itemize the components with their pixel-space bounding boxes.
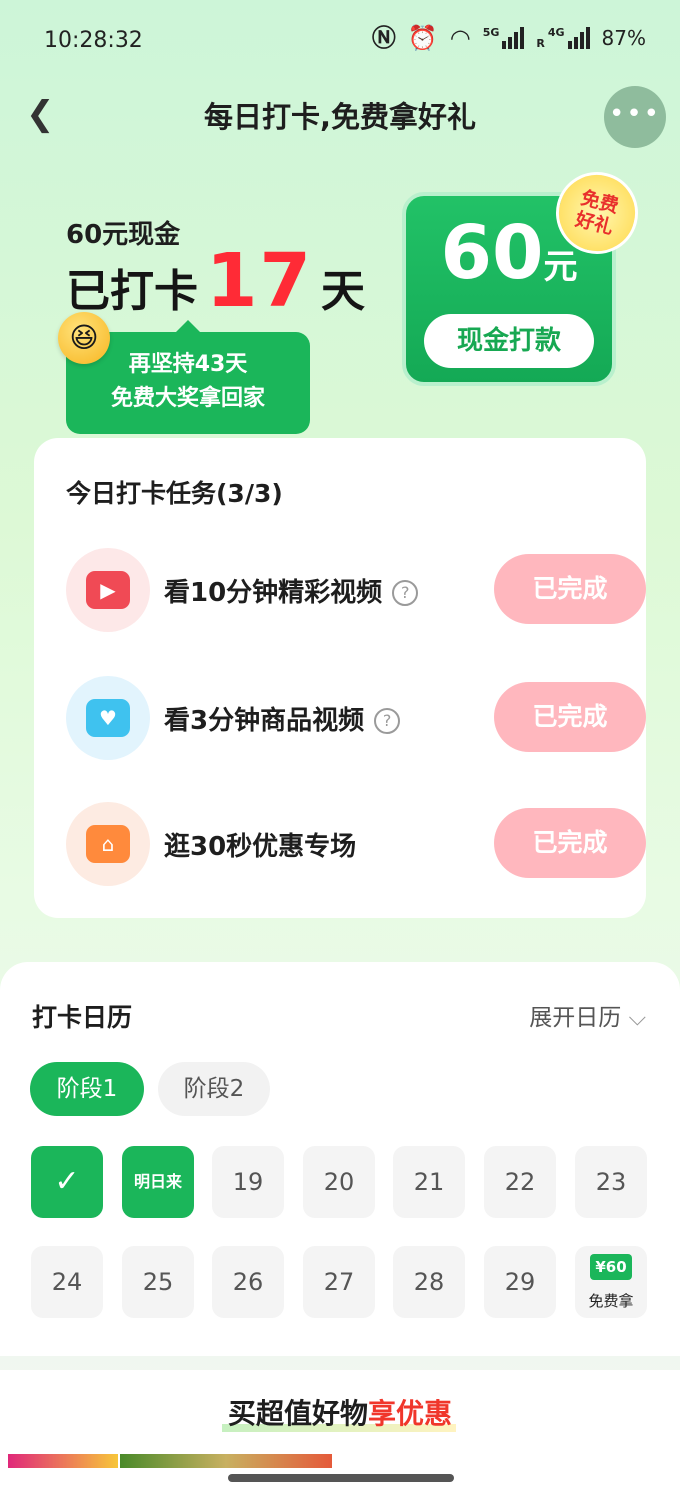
product-thumbnail[interactable] [8,1454,118,1468]
reward-amount-unit: 元 [543,247,578,287]
checkin-suffix: 天 [320,266,365,317]
task-icon-wrap: ▶ [66,548,150,632]
task-icon-wrap: ⌂ [66,802,150,886]
checkin-count: 已打卡 17 天 [66,238,365,324]
task-label: 看10分钟精彩视频? [164,572,419,609]
promo-thumbnails[interactable] [8,1454,332,1468]
signal-4g-icon: R 4G [536,26,590,50]
task-label-text: 看3分钟商品视频 [164,706,365,736]
help-icon[interactable]: ? [374,708,401,734]
day-cell: 21 [393,1146,465,1218]
tab-stage-1[interactable]: 阶段1 [30,1062,144,1116]
task-item: ♥ 看3分钟商品视频? 已完成 [66,676,646,760]
task-label: 看3分钟商品视频? [164,700,401,737]
day-cell: 24 [31,1246,103,1318]
promo-title-part2: 享优惠 [368,1397,453,1430]
store-icon: ⌂ [86,825,130,863]
help-icon[interactable]: ? [392,580,419,606]
nfc-icon: Ⓝ [371,24,396,52]
checkin-calendar: 打卡日历 展开日历 ⌵ 阶段1 阶段2 ✓ 明日来 19 20 21 22 23… [0,962,680,1356]
cash-payout-button[interactable]: 现金打款 [424,314,594,368]
day-cell: 25 [122,1246,194,1318]
page-title: 每日打卡,免费拿好礼 [203,100,477,134]
signal-5g-icon: 5G [483,27,525,49]
battery-level: 87% [601,26,646,50]
day-cell: 23 [575,1146,647,1218]
checkin-prefix: 已打卡 [66,266,198,317]
task-done-button[interactable]: 已完成 [494,682,646,752]
tab-stage-2[interactable]: 阶段2 [158,1062,270,1116]
day-cell: 22 [484,1146,556,1218]
task-done-button[interactable]: 已完成 [494,808,646,878]
reward-amount-number: 60 [440,210,544,296]
signal-4g-roaming: R [536,37,545,50]
video-camera-icon: ♥ [86,699,130,737]
home-indicator[interactable] [228,1474,454,1482]
day-cell: 26 [212,1246,284,1318]
checkin-days: 17 [206,238,313,324]
day-cell: 28 [393,1246,465,1318]
task-item: ⌂ 逛30秒优惠专场 已完成 [66,802,646,886]
daily-tasks-card: 今日打卡任务(3/3) ▶ 看10分钟精彩视频? 已完成 ♥ 看3分钟商品视频?… [34,438,646,918]
task-item: ▶ 看10分钟精彩视频? 已完成 [66,548,646,632]
status-icons: Ⓝ ⏰ ◠ 5G R 4G 87% [372,26,646,50]
task-label-text: 逛30秒优惠专场 [164,832,357,862]
signal-5g-label: 5G [482,26,500,39]
task-label: 逛30秒优惠专场 [164,826,356,863]
task-icon-wrap: ♥ [66,676,150,760]
tv-icon: ▶ [86,571,130,609]
reward-free-label: 免费拿 [588,1292,634,1310]
expand-calendar-label: 展开日历 [529,1005,622,1031]
status-time: 10:28:32 [44,28,143,53]
day-cell: 27 [303,1246,375,1318]
day-cell: 20 [303,1146,375,1218]
task-done-button[interactable]: 已完成 [494,554,646,624]
tasks-title: 今日打卡任务(3/3) [66,474,283,512]
day-cell: 19 [212,1146,284,1218]
expand-calendar-button[interactable]: 展开日历 ⌵ [529,998,646,1032]
alarm-icon: ⏰ [407,24,438,52]
promo-title-part1: 买超值好物 [227,1397,368,1430]
reward-amount-tag: ¥60 [590,1254,632,1280]
calendar-title: 打卡日历 [32,998,133,1036]
day-cell: 29 [484,1246,556,1318]
celebrate-emoji-icon: 😆 [58,312,110,364]
day-reward[interactable]: ¥60 免费拿 [575,1246,647,1318]
wifi-icon: ◠ [449,24,471,52]
signal-4g-label: 4G [547,26,565,39]
day-tomorrow: 明日来 [122,1146,194,1218]
product-thumbnail[interactable] [120,1454,332,1468]
task-label-text: 看10分钟精彩视频 [164,578,383,608]
tip-line-2: 免费大奖拿回家 [110,386,265,411]
chevron-down-icon: ⌵ [628,1005,646,1031]
more-options-button[interactable]: ••• [604,86,666,148]
day-checked: ✓ [31,1146,103,1218]
promo-title: 买超值好物享优惠 [0,1392,680,1432]
